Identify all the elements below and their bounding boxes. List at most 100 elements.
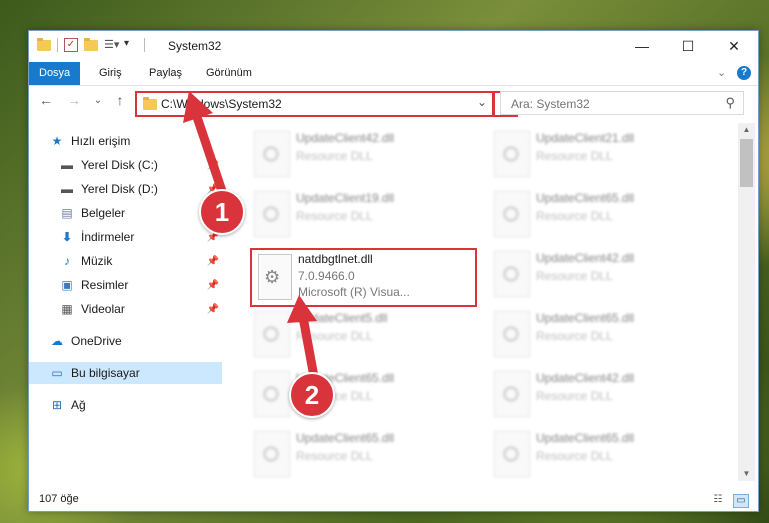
nav-item-this-pc[interactable]: ▭ Bu bilgisayar	[29, 362, 222, 384]
properties-icon[interactable]: ✓	[64, 38, 78, 52]
file-type: Resource DLL	[296, 149, 373, 163]
scroll-thumb[interactable]	[740, 139, 753, 187]
maximize-button[interactable]: ☐	[665, 31, 711, 62]
item-count: 107 öğe	[39, 493, 79, 505]
documents-icon: ▤	[61, 206, 73, 220]
status-bar: 107 öğe ☷ ▭	[29, 489, 758, 511]
pin-icon: 📌	[206, 279, 219, 291]
file-name: UpdateClient42.dll	[296, 131, 395, 145]
annotation-badge-2: 2	[289, 372, 335, 418]
cloud-icon: ☁	[51, 334, 63, 348]
dll-file-icon	[494, 251, 530, 297]
title-bar: ✓ ☰▾ ▾ System32 — ☐ ✕	[29, 31, 758, 62]
file-name: UpdateClient19.dll	[296, 191, 395, 205]
nav-item-onedrive[interactable]: ☁ OneDrive	[49, 330, 221, 352]
back-arrow-icon[interactable]: ←	[37, 92, 55, 108]
new-folder-icon[interactable]	[84, 37, 98, 51]
search-icon: ⚲	[725, 95, 735, 110]
tab-gorunum[interactable]: Görünüm	[196, 62, 262, 85]
navigation-bar: ← → ⌄ ↑ C:\Windows\System32 ⌄ ↻ ⚲	[29, 86, 758, 118]
music-icon: ♪	[64, 254, 70, 268]
list-item[interactable]: UpdateClient42.dll Resource DLL	[250, 127, 480, 183]
nav-item-label: Bu bilgisayar	[71, 366, 140, 380]
file-name: UpdateClient65.dll	[536, 311, 635, 325]
drive-icon: ▬	[61, 158, 73, 172]
star-icon: ★	[51, 134, 63, 148]
nav-item-music[interactable]: ♪ Müzik 📌	[59, 250, 221, 272]
nav-item-videos[interactable]: ▦ Videolar 📌	[59, 298, 221, 320]
pin-icon: 📌	[206, 303, 219, 315]
file-name: UpdateClient65.dll	[296, 431, 395, 445]
nav-item-label: İndirmeler	[81, 230, 135, 244]
minimize-button[interactable]: —	[619, 31, 665, 62]
file-type: Resource DLL	[536, 209, 613, 223]
list-item[interactable]: UpdateClient42.dll Resource DLL	[490, 367, 720, 423]
network-icon: ⊞	[51, 398, 63, 412]
computer-icon: ▭	[51, 366, 63, 380]
pictures-icon: ▣	[61, 278, 73, 292]
folder-icon	[143, 97, 157, 110]
nav-item-network[interactable]: ⊞ Ağ	[49, 394, 221, 416]
tab-dosya[interactable]: Dosya	[29, 62, 81, 85]
dll-file-icon	[494, 311, 530, 357]
file-name: UpdateClient42.dll	[536, 371, 635, 385]
file-name: UpdateClient65.dll	[536, 431, 635, 445]
list-item[interactable]: UpdateClient19.dll Resource DLL	[250, 187, 480, 243]
dll-file-icon	[494, 191, 530, 237]
vertical-scrollbar[interactable]: ▲ ▼	[738, 123, 755, 481]
address-dropdown-icon[interactable]: ⌄	[477, 95, 487, 109]
dll-file-icon	[494, 371, 530, 417]
file-name: UpdateClient42.dll	[536, 251, 635, 265]
up-arrow-icon[interactable]: ↑	[111, 92, 129, 108]
pin-icon: 📌	[206, 255, 219, 267]
file-type: Resource DLL	[296, 209, 373, 223]
video-icon: ▦	[61, 302, 73, 316]
annotation-badge-1: 1	[199, 189, 245, 235]
list-item[interactable]: UpdateClient42.dll Resource DLL	[490, 247, 720, 303]
list-item[interactable]: UpdateClient65.dll Resource DLL	[490, 427, 720, 483]
dll-file-icon	[254, 431, 290, 477]
nav-item-pictures[interactable]: ▣ Resimler 📌	[59, 274, 221, 296]
file-name: natdbgtlnet.dll	[298, 252, 373, 266]
nav-item-downloads[interactable]: ⬇ İndirmeler 📌	[59, 226, 221, 248]
search-box[interactable]: ⚲	[500, 91, 744, 115]
scroll-down-icon[interactable]: ▼	[738, 467, 755, 481]
nav-item-label: Hızlı erişim	[71, 134, 131, 148]
file-version: 7.0.9466.0	[298, 269, 355, 283]
folder-icon[interactable]	[37, 37, 51, 51]
nav-item-label: Resimler	[81, 278, 129, 292]
list-item[interactable]: UpdateClient65.dll Resource DLL	[250, 427, 480, 483]
details-view-icon[interactable]: ☷	[711, 494, 725, 506]
list-item[interactable]: UpdateClient21.dll Resource DLL	[490, 127, 720, 183]
drive-icon: ▬	[61, 182, 73, 196]
tiles-view-icon[interactable]: ▭	[733, 494, 749, 508]
list-item[interactable]: UpdateClient65.dll Resource DLL	[490, 187, 720, 243]
file-name: UpdateClient21.dll	[536, 131, 635, 145]
file-type: Resource DLL	[536, 329, 613, 343]
expand-ribbon-icon[interactable]: ⌄	[717, 66, 726, 79]
list-item[interactable]: UpdateClient65.dll Resource DLL	[490, 307, 720, 363]
customize-icon[interactable]: ☰▾	[104, 38, 119, 52]
scroll-up-icon[interactable]: ▲	[738, 123, 755, 137]
quick-access-toolbar: ✓ ☰▾ ▾	[37, 37, 145, 52]
divider	[57, 38, 58, 52]
tab-giris[interactable]: Giriş	[89, 62, 132, 85]
recent-dropdown-icon[interactable]: ⌄	[89, 95, 107, 106]
search-input[interactable]	[509, 96, 713, 112]
nav-item-label: Videolar	[81, 302, 125, 316]
divider	[144, 38, 145, 52]
file-type: Resource DLL	[296, 449, 373, 463]
window-title: System32	[168, 39, 222, 53]
close-button[interactable]: ✕	[711, 31, 757, 62]
nav-item-label: Müzik	[81, 254, 113, 268]
file-name: UpdateClient65.dll	[536, 191, 635, 205]
tab-paylas[interactable]: Paylaş	[139, 62, 192, 85]
file-type: Resource DLL	[536, 449, 613, 463]
dll-file-icon	[494, 131, 530, 177]
qat-dropdown-icon[interactable]: ▾	[124, 38, 138, 52]
help-icon[interactable]: ?	[737, 66, 751, 80]
explorer-window: ✓ ☰▾ ▾ System32 — ☐ ✕ Dosya Giriş Paylaş…	[28, 30, 759, 512]
file-type: Resource DLL	[536, 149, 613, 163]
nav-item-label: Yerel Disk (C:)	[81, 158, 158, 172]
forward-arrow-icon[interactable]: →	[65, 92, 83, 108]
